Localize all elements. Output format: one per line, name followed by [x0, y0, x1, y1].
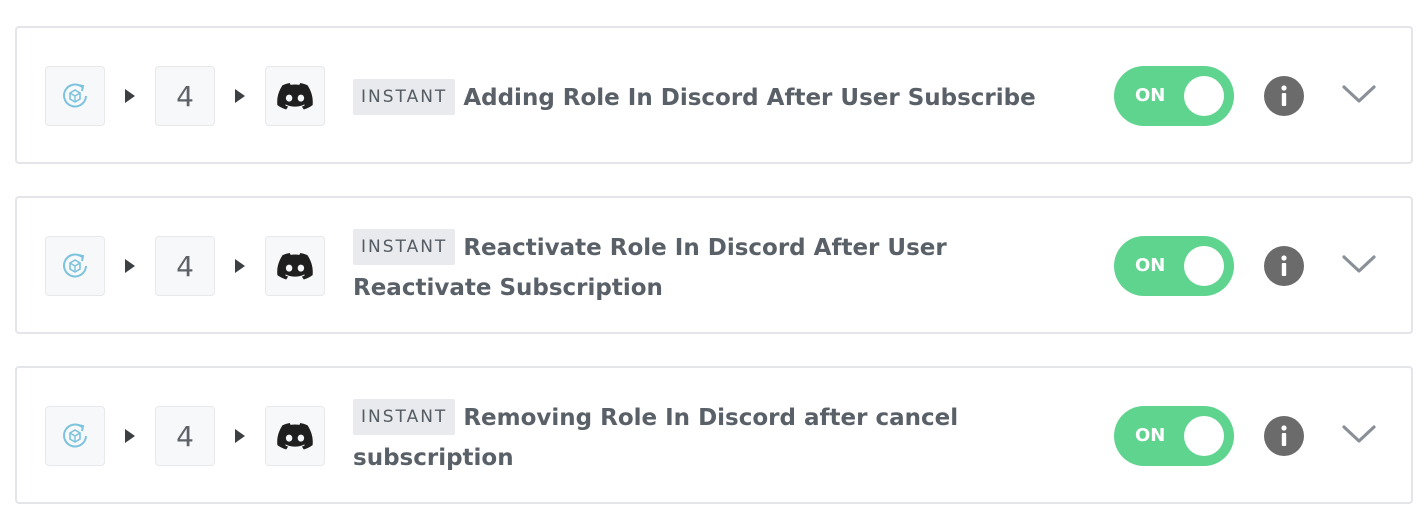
toggle-knob	[1184, 246, 1224, 286]
step-arrow-icon	[235, 89, 245, 103]
step-count-tile: 4	[155, 236, 215, 296]
step-arrow-icon	[125, 429, 135, 443]
zap-title[interactable]: INSTANT Removing Role In Discord after ca…	[353, 398, 1073, 478]
trigger-app-tile	[45, 406, 105, 466]
chevron-down-icon[interactable]	[1341, 422, 1377, 448]
toggle-knob	[1184, 416, 1224, 456]
step-count: 4	[176, 249, 194, 283]
chevron-down-icon[interactable]	[1341, 82, 1377, 108]
step-arrow-icon	[235, 259, 245, 273]
zap-card[interactable]: 4 INSTANT Removing Role In Discord after …	[15, 366, 1413, 504]
zap-list: 4 INSTANT Adding Role In Discord After Us…	[0, 0, 1428, 527]
toggle-knob	[1184, 76, 1224, 116]
zap-toggle[interactable]: ON	[1114, 406, 1234, 466]
app-cycle-icon	[63, 83, 87, 108]
trigger-app-tile	[45, 236, 105, 296]
step-count-tile: 4	[155, 66, 215, 126]
step-arrow-icon	[125, 89, 135, 103]
zap-toggle[interactable]: ON	[1114, 66, 1234, 126]
instant-badge: INSTANT	[353, 229, 456, 265]
app-cycle-icon	[63, 253, 87, 278]
toggle-label: ON	[1135, 85, 1166, 106]
step-count: 4	[176, 79, 194, 113]
info-icon[interactable]	[1264, 416, 1304, 456]
toggle-label: ON	[1135, 255, 1166, 276]
discord-icon	[277, 83, 313, 110]
discord-icon	[277, 423, 313, 450]
action-app-tile	[265, 236, 325, 296]
trigger-app-tile	[45, 66, 105, 126]
chevron-down-icon[interactable]	[1341, 252, 1377, 278]
info-icon[interactable]	[1264, 246, 1304, 286]
zap-card[interactable]: 4 INSTANT Reactivate Role In Discord Afte…	[15, 196, 1413, 334]
step-arrow-icon	[235, 429, 245, 443]
zap-title[interactable]: INSTANT Adding Role In Discord After User…	[353, 78, 1073, 118]
zap-toggle[interactable]: ON	[1114, 236, 1234, 296]
info-icon[interactable]	[1264, 76, 1304, 116]
zap-card[interactable]: 4 INSTANT Adding Role In Discord After Us…	[15, 26, 1413, 164]
instant-badge: INSTANT	[353, 399, 456, 435]
step-arrow-icon	[125, 259, 135, 273]
zap-title[interactable]: INSTANT Reactivate Role In Discord After …	[353, 228, 1073, 308]
instant-badge: INSTANT	[353, 79, 456, 115]
discord-icon	[277, 253, 313, 280]
action-app-tile	[265, 66, 325, 126]
zap-title-text: Adding Role In Discord After User Subscr…	[463, 85, 1036, 111]
app-cycle-icon	[63, 423, 87, 448]
step-count: 4	[176, 419, 194, 453]
toggle-label: ON	[1135, 425, 1166, 446]
action-app-tile	[265, 406, 325, 466]
step-count-tile: 4	[155, 406, 215, 466]
